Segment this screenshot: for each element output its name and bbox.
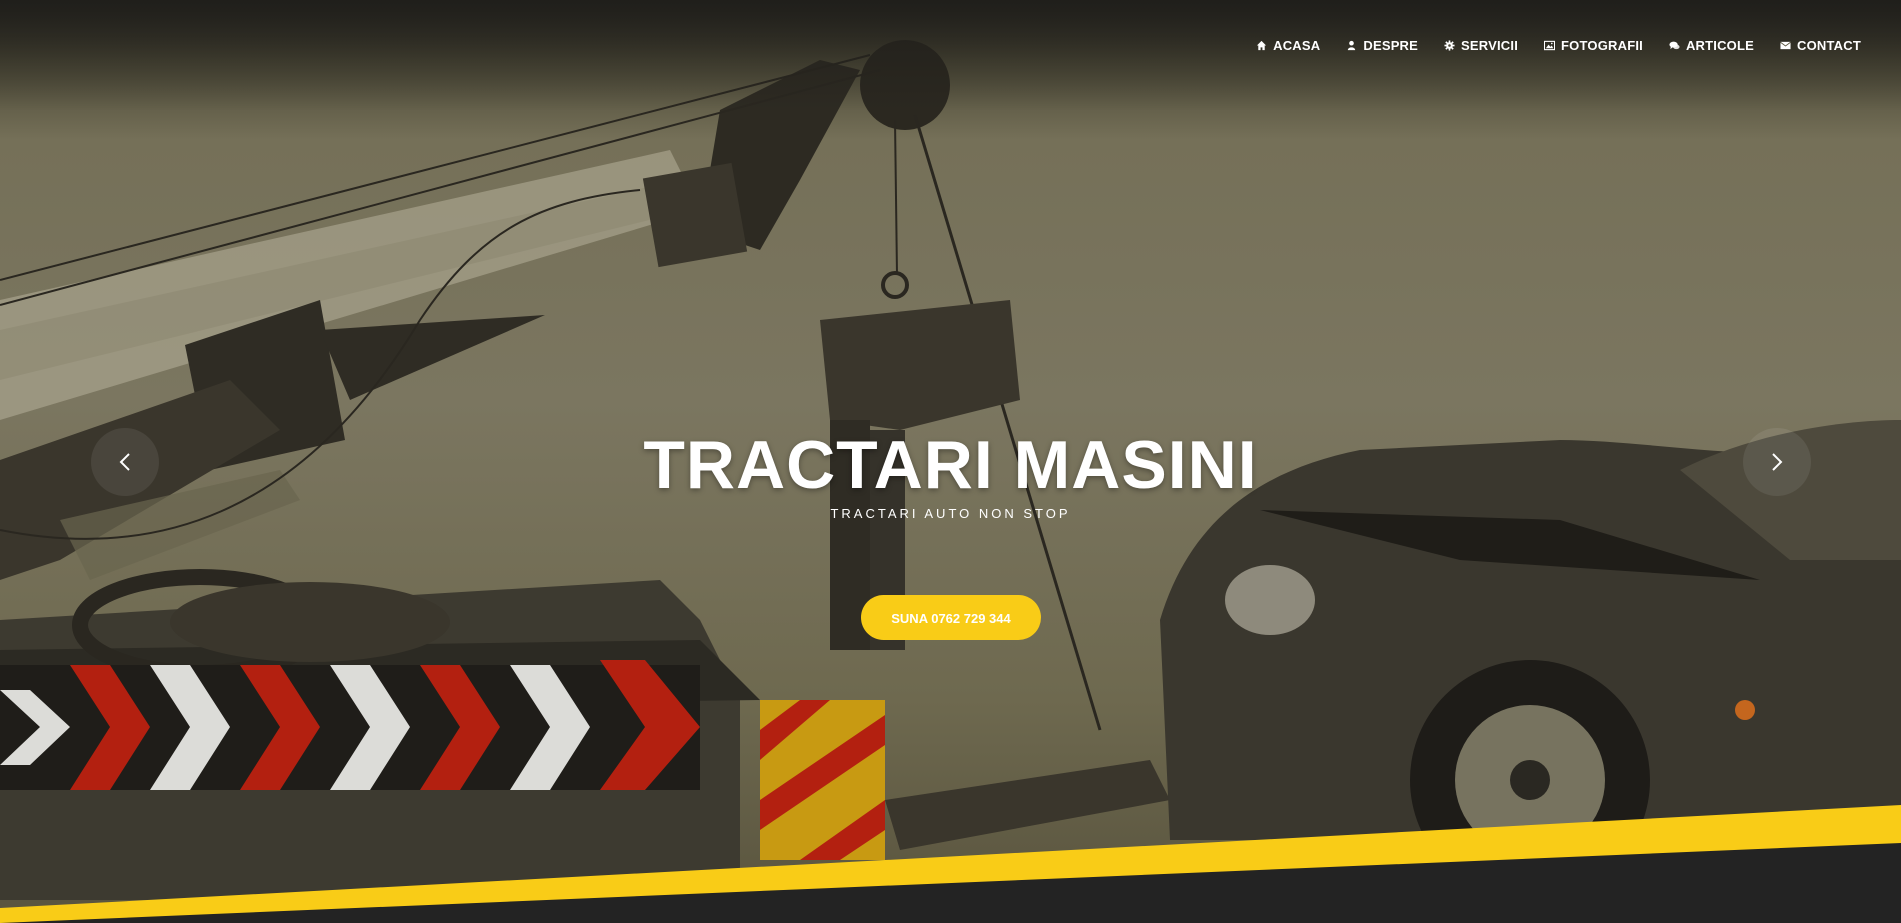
main-navigation: ACASA DESPRE SERVICII FOTOGRAFII ARTICOL… xyxy=(1230,38,1861,53)
nav-item-fotografii[interactable]: FOTOGRAFII xyxy=(1544,38,1643,53)
nav-item-label: DESPRE xyxy=(1363,38,1419,53)
nav-item-label: CONTACT xyxy=(1797,38,1861,53)
nav-item-label: FOTOGRAFII xyxy=(1561,38,1643,53)
nav-item-contact[interactable]: CONTACT xyxy=(1780,38,1861,53)
nav-item-acasa[interactable]: ACASA xyxy=(1256,38,1320,53)
hero-slider: ACASA DESPRE SERVICII FOTOGRAFII ARTICOL… xyxy=(0,0,1901,923)
nav-item-label: ACASA xyxy=(1273,38,1321,53)
hero-subtitle: TRACTARI AUTO NON STOP xyxy=(830,506,1071,521)
nav-item-label: SERVICII xyxy=(1461,38,1519,53)
envelope-icon xyxy=(1780,41,1791,50)
nav-item-articole[interactable]: ARTICOLE xyxy=(1669,38,1754,53)
header-shade xyxy=(0,0,1901,110)
picture-icon xyxy=(1544,40,1556,51)
comments-icon xyxy=(1669,41,1680,50)
call-button[interactable]: SUNA 0762 729 344 xyxy=(861,595,1041,640)
user-icon xyxy=(1348,40,1356,51)
nav-item-servicii[interactable]: SERVICII xyxy=(1444,38,1518,53)
home-icon xyxy=(1257,40,1267,51)
hero-title: TRACTARI MASINI xyxy=(643,427,1258,503)
gear-icon xyxy=(1444,40,1455,51)
nav-item-despre[interactable]: DESPRE xyxy=(1346,38,1418,53)
nav-item-label: ARTICOLE xyxy=(1685,38,1755,53)
